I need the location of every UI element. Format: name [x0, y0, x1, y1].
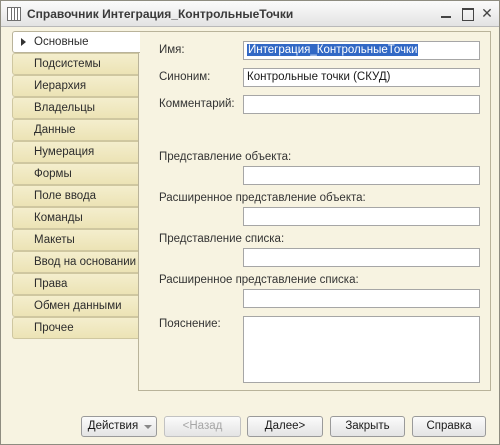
- name-label: Имя:: [159, 44, 185, 56]
- nav-item-label: Подсистемы: [34, 58, 101, 70]
- current-section-arrow-icon: [21, 38, 26, 46]
- synonym-field[interactable]: Контрольные точки (СКУД): [243, 68, 480, 87]
- nav-item-pole-vvoda[interactable]: Поле ввода: [12, 185, 138, 207]
- explanation-label: Пояснение:: [159, 318, 221, 330]
- nav-item-label: Нумерация: [34, 146, 95, 158]
- sections-nav: Основные Подсистемы Иерархия Владельцы Д…: [12, 31, 140, 339]
- nav-item-label: Иерархия: [34, 80, 87, 92]
- title-bar: Справочник Интеграция_КонтрольныеТочки ✕: [1, 1, 499, 27]
- minimize-icon[interactable]: [439, 6, 453, 20]
- nav-item-vladeltsy[interactable]: Владельцы: [12, 97, 138, 119]
- extended-object-representation-field[interactable]: [243, 207, 480, 226]
- extended-list-representation-field[interactable]: [243, 289, 480, 308]
- nav-item-label: Прочее: [34, 322, 74, 334]
- nav-item-komandy[interactable]: Команды: [12, 207, 138, 229]
- comment-label: Комментарий:: [159, 98, 235, 110]
- list-representation-field[interactable]: [243, 248, 480, 267]
- dropdown-arrow-icon: [144, 425, 152, 429]
- nav-item-prochee[interactable]: Прочее: [12, 317, 138, 339]
- nav-item-label: Обмен данными: [34, 300, 122, 312]
- extended-list-representation-label: Расширенное представление списка:: [159, 274, 359, 286]
- nav-item-obmen-dannymi[interactable]: Обмен данными: [12, 295, 138, 317]
- back-button[interactable]: <Назад: [164, 416, 241, 437]
- extended-object-representation-label: Расширенное представление объекта:: [159, 192, 366, 204]
- name-field[interactable]: Интеграция_КонтрольныеТочки: [243, 41, 480, 60]
- name-field-value: Интеграция_КонтрольныеТочки: [247, 44, 419, 56]
- nav-item-ierarkhiya[interactable]: Иерархия: [12, 75, 138, 97]
- catalog-icon: [7, 7, 21, 21]
- nav-item-label: Ввод на основании: [34, 256, 137, 268]
- nav-item-label: Владельцы: [34, 102, 96, 114]
- object-representation-field[interactable]: [243, 166, 480, 185]
- next-button[interactable]: Далее>: [247, 416, 323, 437]
- nav-item-label: Основные: [34, 36, 89, 48]
- nav-item-prava[interactable]: Права: [12, 273, 138, 295]
- actions-button-label: Действия: [87, 420, 139, 432]
- nav-item-numeratsiya[interactable]: Нумерация: [12, 141, 138, 163]
- actions-dropdown-button[interactable]: Действия: [81, 416, 157, 437]
- dialog-window: Справочник Интеграция_КонтрольныеТочки ✕…: [0, 0, 500, 445]
- close-icon[interactable]: ✕: [480, 6, 494, 20]
- explanation-field[interactable]: [243, 316, 480, 383]
- nav-item-osnovnye[interactable]: Основные: [12, 31, 140, 53]
- maximize-icon[interactable]: [460, 6, 474, 21]
- nav-item-dannye[interactable]: Данные: [12, 119, 138, 141]
- nav-item-label: Макеты: [34, 234, 75, 246]
- nav-item-label: Данные: [34, 124, 76, 136]
- nav-item-label: Формы: [34, 168, 72, 180]
- nav-item-label: Права: [34, 278, 68, 290]
- window-title: Справочник Интеграция_КонтрольныеТочки: [27, 7, 294, 21]
- main-properties-panel: Имя: Интеграция_КонтрольныеТочки Синоним…: [138, 31, 491, 391]
- nav-item-label: Команды: [34, 212, 83, 224]
- nav-item-podsistemy[interactable]: Подсистемы: [12, 53, 138, 75]
- nav-item-formy[interactable]: Формы: [12, 163, 138, 185]
- nav-item-label: Поле ввода: [34, 190, 97, 202]
- close-button[interactable]: Закрыть: [330, 416, 405, 437]
- comment-field[interactable]: [243, 95, 480, 114]
- synonym-label: Синоним:: [159, 71, 211, 83]
- object-representation-label: Представление объекта:: [159, 151, 292, 163]
- list-representation-label: Представление списка:: [159, 233, 285, 245]
- help-button[interactable]: Справка: [412, 416, 486, 437]
- nav-item-makety[interactable]: Макеты: [12, 229, 138, 251]
- nav-item-vvod-na-osnovanii[interactable]: Ввод на основании: [12, 251, 138, 273]
